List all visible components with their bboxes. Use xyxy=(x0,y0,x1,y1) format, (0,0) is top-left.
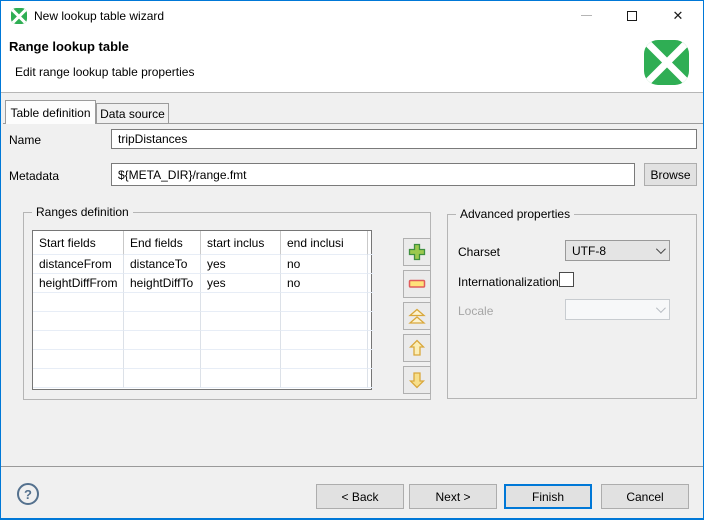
ranges-table[interactable]: Start fields End fields start inclus end… xyxy=(32,230,372,390)
name-label: Name xyxy=(9,133,41,147)
next-button[interactable]: Next > xyxy=(409,484,497,509)
maximize-icon xyxy=(627,11,637,21)
cell-end-inclusive[interactable]: no xyxy=(281,274,368,293)
move-top-button[interactable] xyxy=(403,302,431,330)
minus-icon xyxy=(408,275,426,293)
minimize-icon xyxy=(581,15,592,16)
cell-end-inclusive[interactable]: no xyxy=(281,255,368,274)
ranges-group-label: Ranges definition xyxy=(32,205,133,219)
finish-button[interactable]: Finish xyxy=(504,484,592,509)
footer-separator xyxy=(1,466,703,467)
cell-start-field[interactable]: distanceFrom xyxy=(33,255,124,274)
close-icon: ✕ xyxy=(673,9,684,22)
col-header-end-inclusive[interactable]: end inclusi xyxy=(281,231,368,255)
tab-data-source[interactable]: Data source xyxy=(96,103,169,123)
cancel-button[interactable]: Cancel xyxy=(601,484,689,509)
chevron-down-icon xyxy=(656,244,666,254)
col-header-end-fields[interactable]: End fields xyxy=(124,231,201,255)
back-button[interactable]: < Back xyxy=(316,484,404,509)
page-subtitle: Edit range lookup table properties xyxy=(15,65,194,79)
ranges-table-header: Start fields End fields start inclus end… xyxy=(33,231,371,255)
ranges-groupbox: Ranges definition Start fields End field… xyxy=(23,212,431,400)
table-row[interactable]: distanceFrom distanceTo yes no xyxy=(33,255,371,274)
table-empty-row xyxy=(33,312,371,331)
arrow-down-icon xyxy=(408,371,426,389)
title-bar[interactable]: New lookup table wizard ✕ xyxy=(1,1,703,31)
col-header-start-fields[interactable]: Start fields xyxy=(33,231,124,255)
cell-start-inclusive[interactable]: yes xyxy=(201,255,281,274)
double-up-icon xyxy=(408,307,426,325)
table-empty-row xyxy=(33,350,371,369)
wizard-dialog: New lookup table wizard ✕ Range lookup t… xyxy=(0,0,704,520)
clover-logo-icon xyxy=(644,40,689,85)
cell-filler xyxy=(368,255,374,274)
col-header-filler xyxy=(368,231,374,255)
charset-select[interactable]: UTF-8 xyxy=(565,240,670,261)
maximize-button[interactable] xyxy=(609,1,655,30)
help-button[interactable]: ? xyxy=(17,483,39,505)
table-empty-row xyxy=(33,369,371,388)
charset-label: Charset xyxy=(458,245,500,259)
charset-value: UTF-8 xyxy=(572,244,606,258)
wizard-header: Range lookup table Edit range lookup tab… xyxy=(1,31,703,93)
locale-label: Locale xyxy=(458,304,493,318)
arrow-up-icon xyxy=(408,339,426,357)
cell-end-field[interactable]: distanceTo xyxy=(124,255,201,274)
table-empty-row xyxy=(33,331,371,350)
col-header-start-inclusive[interactable]: start inclus xyxy=(201,231,281,255)
cell-start-inclusive[interactable]: yes xyxy=(201,274,281,293)
cell-end-field[interactable]: heightDiffTo xyxy=(124,274,201,293)
metadata-label: Metadata xyxy=(9,169,59,183)
page-title: Range lookup table xyxy=(9,39,129,54)
table-empty-row xyxy=(33,293,371,312)
advanced-groupbox: Advanced properties Charset UTF-8 Intern… xyxy=(447,214,697,399)
table-row[interactable]: heightDiffFrom heightDiffTo yes no xyxy=(33,274,371,293)
advanced-group-label: Advanced properties xyxy=(456,207,574,221)
add-row-button[interactable] xyxy=(403,238,431,266)
name-input[interactable] xyxy=(111,129,697,149)
browse-button[interactable]: Browse xyxy=(644,163,697,186)
metadata-input[interactable] xyxy=(111,163,635,186)
app-clover-icon xyxy=(11,8,27,24)
cell-start-field[interactable]: heightDiffFrom xyxy=(33,274,124,293)
minimize-button[interactable] xyxy=(563,1,609,30)
internationalization-checkbox[interactable] xyxy=(559,272,574,287)
move-down-button[interactable] xyxy=(403,366,431,394)
tab-table-definition[interactable]: Table definition xyxy=(5,100,96,124)
help-icon: ? xyxy=(24,487,32,502)
close-button[interactable]: ✕ xyxy=(655,1,701,30)
move-up-button[interactable] xyxy=(403,334,431,362)
window-title: New lookup table wizard xyxy=(34,9,164,23)
plus-icon xyxy=(408,243,426,261)
tab-pane-border xyxy=(3,123,703,124)
remove-row-button[interactable] xyxy=(403,270,431,298)
locale-select xyxy=(565,299,670,320)
chevron-down-icon xyxy=(656,303,666,313)
internationalization-label: Internationalization xyxy=(458,275,559,289)
cell-filler xyxy=(368,274,374,293)
